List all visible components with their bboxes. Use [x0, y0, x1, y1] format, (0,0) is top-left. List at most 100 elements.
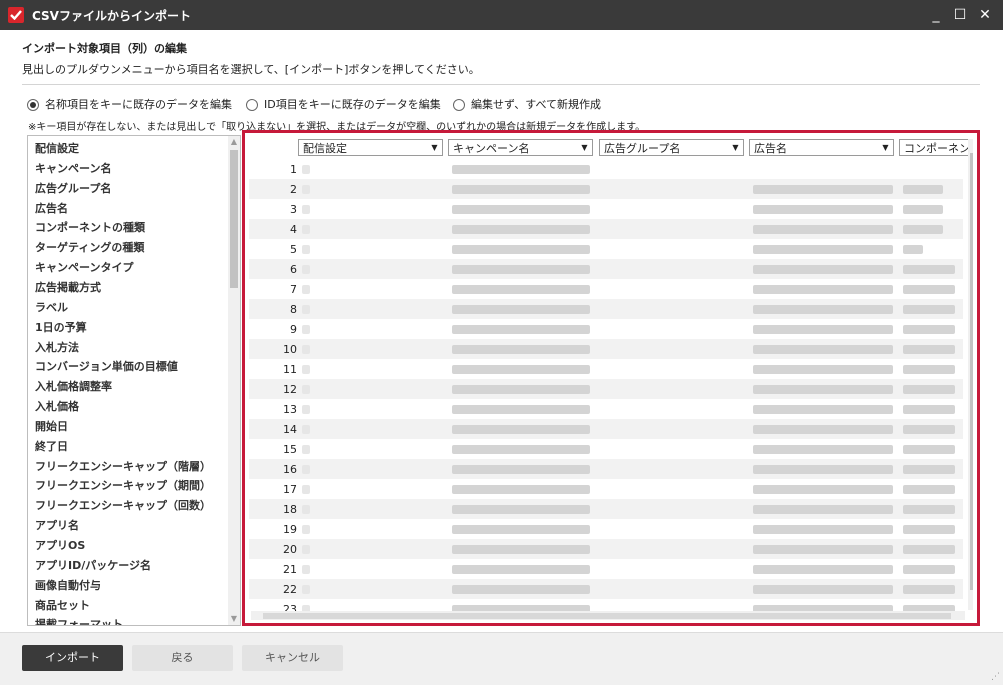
scroll-thumb[interactable]	[230, 150, 238, 288]
redacted-cell	[753, 565, 893, 574]
redacted-cell	[753, 325, 893, 334]
minimize-button[interactable]: _	[926, 5, 946, 25]
radio-label: 名称項目をキーに既存のデータを編集	[45, 98, 232, 111]
field-list-item[interactable]: 画像自動付与	[35, 577, 101, 593]
redacted-cell	[903, 345, 955, 354]
redacted-cell	[452, 225, 590, 234]
row-number: 3	[290, 203, 297, 216]
back-button[interactable]: 戻る	[132, 645, 233, 671]
grid-horizontal-scrollbar[interactable]	[251, 611, 965, 620]
row-number: 12	[283, 383, 297, 396]
redacted-cell	[903, 505, 955, 514]
field-list-item[interactable]: アプリ名	[35, 517, 79, 533]
field-list-item[interactable]: 広告グループ名	[35, 180, 111, 196]
redacted-cell	[302, 365, 310, 374]
radio-create-new[interactable]: 編集せず、すべて新規作成	[453, 96, 601, 112]
redacted-cell	[903, 245, 923, 254]
redacted-cell	[452, 305, 590, 314]
field-list-item[interactable]: キャンペーン名	[35, 160, 111, 176]
row-number: 9	[290, 323, 297, 336]
grid-vertical-scrollbar[interactable]	[968, 139, 973, 610]
field-list-item[interactable]: 配信設定	[35, 140, 79, 156]
row-number: 22	[283, 583, 297, 596]
radio-dot-icon	[27, 99, 39, 111]
column-header-select[interactable]: コンポーネン	[899, 139, 969, 156]
field-list-scrollbar[interactable]: ▲ ▼	[228, 136, 240, 625]
row-number: 5	[290, 243, 297, 256]
redacted-cell	[452, 405, 590, 414]
redacted-cell	[302, 345, 310, 354]
field-list-item[interactable]: ターゲティングの種類	[35, 239, 144, 255]
field-list-item[interactable]: 入札方法	[35, 339, 79, 355]
redacted-cell	[903, 185, 943, 194]
field-list-item[interactable]: 掲載フォーマット	[35, 616, 123, 625]
page-description: 見出しのプルダウンメニューから項目名を選択して、[インポート]ボタンを押してくだ…	[22, 63, 480, 76]
field-list-item[interactable]: アプリID/パッケージ名	[35, 557, 151, 573]
column-header-select[interactable]: キャンペーン名 ▼	[448, 139, 593, 156]
dropdown-arrow-icon[interactable]: ▼	[880, 142, 891, 153]
radio-edit-by-name[interactable]: 名称項目をキーに既存のデータを編集	[27, 96, 232, 112]
field-list-item[interactable]: フリークエンシーキャップ（回数）	[35, 497, 211, 513]
field-list-item[interactable]: 入札価格	[35, 398, 79, 414]
row-number: 2	[290, 183, 297, 196]
row-number: 13	[283, 403, 297, 416]
cancel-button[interactable]: キャンセル	[242, 645, 343, 671]
field-list-item[interactable]: 広告掲載方式	[35, 279, 101, 295]
field-list-item[interactable]: ラベル	[35, 299, 68, 315]
field-list-item[interactable]: 商品セット	[35, 597, 90, 613]
dropdown-arrow-icon[interactable]: ▼	[429, 142, 440, 153]
redacted-cell	[302, 185, 310, 194]
field-list-item[interactable]: 開始日	[35, 418, 68, 434]
column-header-select[interactable]: 広告名 ▼	[749, 139, 894, 156]
field-list-item[interactable]: フリークエンシーキャップ（期間）	[35, 477, 211, 493]
close-button[interactable]: ✕	[975, 5, 995, 25]
scroll-thumb[interactable]	[970, 153, 973, 590]
redacted-cell	[753, 305, 893, 314]
radio-dot-icon	[453, 99, 465, 111]
field-list-item[interactable]: コンポーネントの種類	[35, 219, 145, 235]
redacted-cell	[903, 225, 943, 234]
scroll-down-icon[interactable]: ▼	[228, 613, 240, 625]
redacted-cell	[302, 565, 310, 574]
redacted-cell	[903, 425, 955, 434]
redacted-cell	[903, 205, 943, 214]
column-header-label: 広告グループ名	[604, 142, 681, 155]
radio-dot-icon	[246, 99, 258, 111]
redacted-cell	[302, 285, 310, 294]
field-list-item[interactable]: コンバージョン単価の目標値	[35, 358, 178, 374]
field-list-item[interactable]: 終了日	[35, 438, 68, 454]
field-list-item[interactable]: フリークエンシーキャップ（階層）	[35, 458, 211, 474]
field-list[interactable]: 掲載フォーマット 商品セット 画像自動付与 アプリID/パッケージ名 アプリOS アプリ名…	[27, 135, 241, 626]
redacted-cell	[903, 525, 955, 534]
scroll-up-icon[interactable]: ▲	[228, 136, 240, 148]
title-bar: CSVファイルからインポート _ ☐ ✕	[0, 0, 1003, 30]
footer-bar: インポート 戻る キャンセル ⋰	[0, 632, 1003, 685]
redacted-cell	[903, 405, 955, 414]
dropdown-arrow-icon[interactable]: ▼	[730, 142, 741, 153]
field-list-item[interactable]: キャンペーンタイプ	[35, 259, 133, 275]
dropdown-arrow-icon[interactable]: ▼	[579, 142, 590, 153]
field-list-item[interactable]: 1日の予算	[35, 319, 87, 335]
row-number: 6	[290, 263, 297, 276]
resize-grip-icon[interactable]: ⋰	[991, 672, 1000, 682]
field-list-item[interactable]: アプリOS	[35, 537, 85, 553]
column-header-label: 配信設定	[303, 142, 347, 155]
redacted-cell	[452, 425, 590, 434]
redacted-cell	[753, 265, 893, 274]
redacted-cell	[903, 545, 955, 554]
column-header-select[interactable]: 配信設定 ▼	[298, 139, 443, 156]
radio-edit-by-id[interactable]: ID項目をキーに既存のデータを編集	[246, 96, 441, 112]
redacted-cell	[903, 565, 955, 574]
import-button[interactable]: インポート	[22, 645, 123, 671]
field-list-item[interactable]: 広告名	[35, 200, 68, 216]
row-number: 15	[283, 443, 297, 456]
redacted-cell	[452, 245, 590, 254]
row-number: 11	[283, 363, 297, 376]
field-list-item[interactable]: 入札価格調整率	[35, 378, 112, 394]
scroll-thumb[interactable]	[263, 613, 951, 619]
maximize-button[interactable]: ☐	[950, 5, 970, 25]
row-number: 1	[290, 163, 297, 176]
redacted-cell	[302, 485, 310, 494]
column-header-select[interactable]: 広告グループ名 ▼	[599, 139, 744, 156]
redacted-cell	[452, 585, 590, 594]
